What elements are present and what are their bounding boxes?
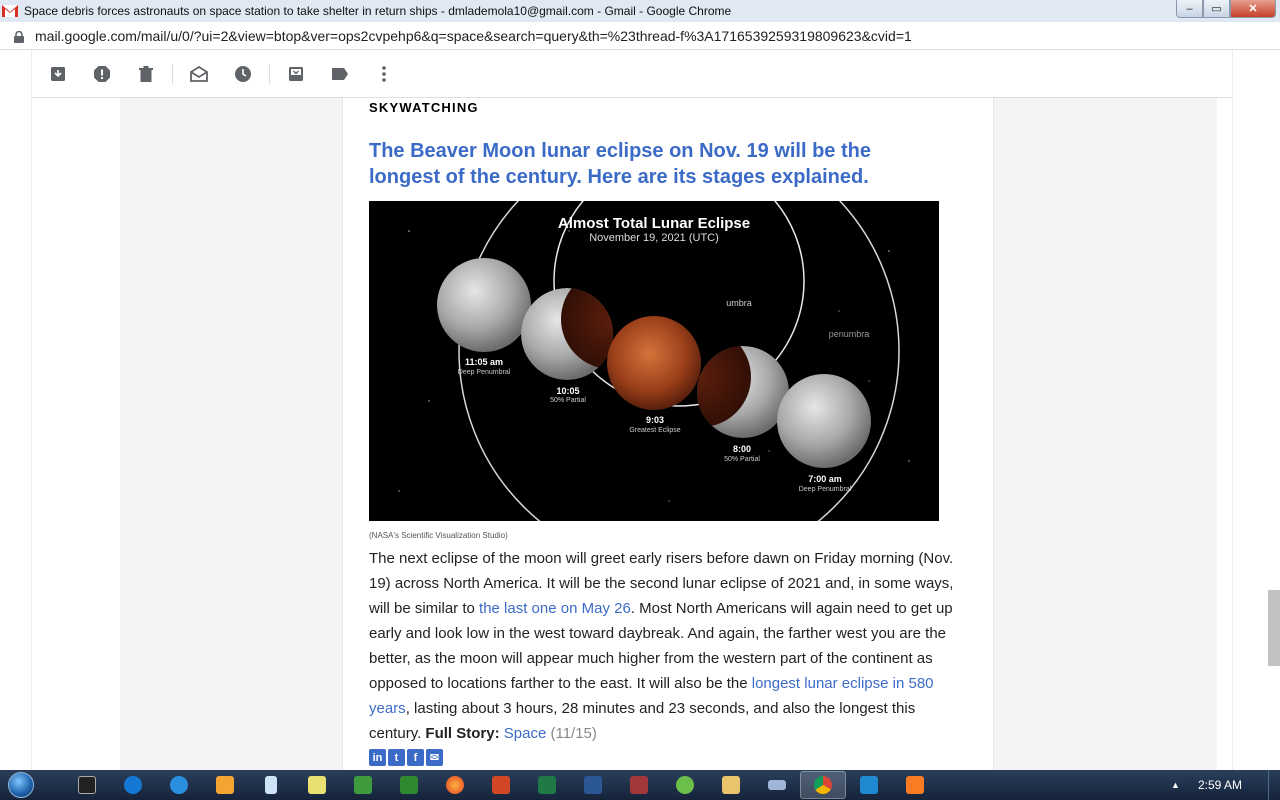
moon-stage-1 [437, 258, 531, 352]
tray-expand-icon[interactable]: ▲ [1171, 780, 1180, 790]
story-count: (11/15) [550, 725, 597, 742]
system-tray: ▲ 2:59 AM [1171, 770, 1280, 800]
moon-stage-5 [777, 374, 871, 468]
excel-icon[interactable] [524, 771, 570, 799]
stage-5-label: Deep Penumbral [799, 486, 852, 493]
umbra-label: umbra [726, 298, 752, 308]
twitter-icon[interactable]: t [388, 749, 405, 766]
taskbar-apps [64, 771, 938, 799]
chrome-icon[interactable] [800, 771, 846, 799]
email-share-icon[interactable]: ✉ [426, 749, 443, 766]
vscode-icon[interactable] [846, 771, 892, 799]
moon-stage-3 [607, 316, 701, 410]
stage-2-time: 10:05 [556, 386, 579, 396]
headline-link[interactable]: The Beaver Moon lunar eclipse on Nov. 19… [369, 140, 871, 188]
teamviewer-icon[interactable] [110, 771, 156, 799]
stage-4-time: 8:00 [733, 444, 751, 454]
powerpoint-icon[interactable] [478, 771, 524, 799]
social-share-bar: in t f ✉ [369, 749, 443, 766]
address-bar[interactable]: mail.google.com/mail/u/0/?ui=2&view=btop… [0, 22, 1280, 50]
green-app-icon[interactable] [340, 771, 386, 799]
word-icon[interactable] [570, 771, 616, 799]
start-button[interactable] [0, 770, 42, 800]
facebook-icon[interactable]: f [407, 749, 424, 766]
stage-3-time: 9:03 [646, 415, 664, 425]
xampp-icon[interactable] [892, 771, 938, 799]
left-margin [0, 50, 32, 770]
minimize-button[interactable]: ‒ [1176, 0, 1203, 18]
cmd-icon[interactable] [64, 771, 110, 799]
toolbar-separator [269, 63, 270, 84]
report-spam-icon[interactable] [90, 62, 114, 86]
stage-4-label: 50% Partial [724, 456, 760, 463]
gmail-page: SKYWATCHING The Beaver Moon lunar eclips… [0, 50, 1280, 770]
sticky-notes-icon[interactable] [294, 771, 340, 799]
maximize-button[interactable]: ▭ [1203, 0, 1230, 18]
xampp-green-icon[interactable] [662, 771, 708, 799]
show-desktop-button[interactable] [1268, 770, 1280, 800]
delete-icon[interactable] [134, 62, 158, 86]
stage-2-label: 50% Partial [550, 397, 586, 404]
archive-icon[interactable] [46, 62, 70, 86]
newsletter-article: SKYWATCHING The Beaver Moon lunar eclips… [342, 98, 994, 770]
window-titlebar: Space debris forces astronauts on space … [0, 0, 1280, 22]
linkedin-icon[interactable]: in [369, 749, 386, 766]
snooze-icon[interactable] [231, 62, 255, 86]
eclipse-diagram-image[interactable]: Almost Total Lunar Eclipse November 19, … [369, 201, 939, 521]
lock-icon [14, 30, 24, 43]
stage-1-label: Deep Penumbral [458, 369, 511, 376]
stage-1-time: 11:05 am [465, 357, 503, 367]
window-title: Space debris forces astronauts on space … [24, 4, 732, 18]
last-eclipse-link[interactable]: the last one on May 26 [479, 600, 631, 617]
article-body: The next eclipse of the moon will greet … [369, 546, 959, 746]
diagram-subtitle: November 19, 2021 (UTC) [589, 232, 719, 244]
windows-orb-icon [8, 772, 34, 798]
close-button[interactable]: ✕ [1230, 0, 1276, 18]
windows-taskbar: ▲ 2:59 AM [0, 770, 1280, 800]
media-player-icon[interactable] [202, 771, 248, 799]
diagram-title: Almost Total Lunar Eclipse [558, 215, 750, 232]
headline-container: The Beaver Moon lunar eclipse on Nov. 19… [369, 138, 929, 190]
mark-unread-icon[interactable] [187, 62, 211, 86]
stage-3-label: Greatest Eclipse [629, 427, 680, 434]
internet-explorer-icon[interactable] [156, 771, 202, 799]
stage-5-time: 7:00 am [808, 474, 842, 484]
toolbar-separator [172, 63, 173, 84]
clock[interactable]: 2:59 AM [1198, 778, 1242, 792]
gmail-icon [2, 4, 18, 18]
label-icon[interactable] [328, 62, 352, 86]
scrollbar-thumb[interactable] [1268, 590, 1280, 666]
move-to-icon[interactable] [284, 62, 308, 86]
notepad-icon[interactable] [248, 771, 294, 799]
section-label: SKYWATCHING [369, 100, 479, 115]
keyboard-icon[interactable] [754, 771, 800, 799]
url-text[interactable]: mail.google.com/mail/u/0/?ui=2&view=btop… [35, 28, 912, 44]
image-caption: (NASA's Scientific Visualization Studio) [369, 531, 508, 540]
file-explorer-icon[interactable] [708, 771, 754, 799]
message-toolbar [32, 50, 1232, 98]
penumbra-label: penumbra [829, 329, 870, 339]
full-story-label: Full Story: [425, 725, 500, 742]
green-hex-icon[interactable] [386, 771, 432, 799]
more-icon[interactable] [372, 62, 396, 86]
space-story-link[interactable]: Space [504, 725, 547, 742]
access-icon[interactable] [616, 771, 662, 799]
firefox-icon[interactable] [432, 771, 478, 799]
